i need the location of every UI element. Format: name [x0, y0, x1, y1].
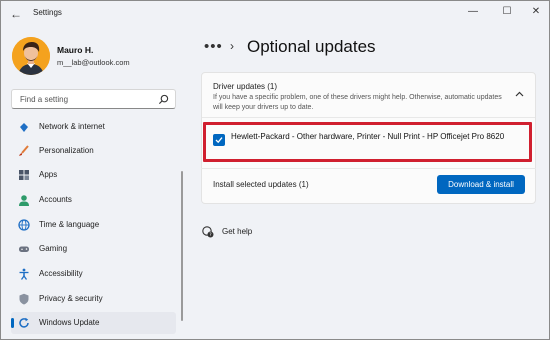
breadcrumb-overflow-button[interactable]: ••• [204, 38, 223, 55]
brush-icon [19, 145, 29, 156]
sidebar-item-label: Apps [39, 170, 58, 179]
sidebar-item-apps[interactable]: Apps [11, 164, 176, 186]
back-button[interactable]: ← [9, 7, 23, 21]
driver-updates-title: Driver updates (1) [213, 82, 278, 91]
window-title: Settings [33, 8, 62, 17]
close-button[interactable]: ✕ [528, 5, 544, 19]
back-arrow-icon: ← [10, 7, 22, 21]
close-icon: ✕ [531, 6, 541, 17]
update-icon [19, 317, 29, 328]
person-icon [19, 195, 29, 206]
breadcrumb-separator: › [230, 39, 234, 53]
shield-icon [19, 293, 29, 305]
sidebar-item-label: Privacy & security [39, 294, 103, 303]
sidebar-item-accessibility[interactable]: Accessibility [11, 263, 176, 285]
user-email: m__lab@outlook.com [57, 58, 130, 67]
sidebar-item-label: Accessibility [39, 269, 83, 278]
driver-updates-description: If you have a specific problem, one of t… [213, 94, 502, 111]
sidebar-item-label: Personalization [39, 146, 94, 155]
sidebar-item-network[interactable]: Network & internet [11, 116, 176, 138]
checkmark-icon [215, 137, 223, 144]
gamepad-icon [19, 246, 29, 252]
driver-item-label: Hewlett-Packard - Other hardware, Printe… [231, 132, 505, 141]
wifi-icon [20, 123, 28, 132]
chevron-up-icon[interactable] [515, 91, 524, 97]
sidebar-item-accounts[interactable]: Accounts [11, 189, 176, 211]
install-selected-label: Install selected updates (1) [213, 180, 309, 189]
title-bar: ← Settings — ☐ ✕ [1, 1, 549, 27]
user-name: Mauro H. [57, 45, 94, 55]
avatar[interactable] [12, 37, 50, 75]
minimize-button[interactable]: — [465, 5, 481, 19]
driver-checkbox[interactable] [213, 134, 225, 146]
sidebar-item-label: Accounts [39, 195, 72, 204]
sidebar-item-gaming[interactable]: Gaming [11, 238, 176, 260]
sidebar-item-personalization[interactable]: Personalization [11, 140, 176, 162]
sidebar-item-label: Gaming [39, 244, 68, 253]
get-help-link[interactable]: Get help [222, 227, 252, 236]
settings-window: ← Settings — ☐ ✕ Mauro H. m__lab@outlook… [0, 0, 550, 340]
avatar-illustration-icon [12, 37, 50, 75]
search-input[interactable]: Find a setting [20, 95, 68, 104]
search-icon[interactable] [158, 94, 169, 105]
sidebar-scrollbar[interactable] [181, 171, 183, 321]
maximize-icon: ☐ [502, 6, 512, 17]
download-install-button[interactable]: Download & install [437, 175, 525, 194]
sidebar-item-windows-update[interactable]: Windows Update [11, 312, 176, 334]
minimize-icon: — [468, 6, 478, 17]
active-indicator [11, 318, 14, 328]
globe-clock-icon [18, 219, 30, 231]
sidebar-item-privacy-security[interactable]: Privacy & security [11, 288, 176, 310]
divider [202, 117, 535, 118]
sidebar-item-time-language[interactable]: Time & language [11, 214, 176, 236]
page-title: Optional updates [247, 37, 376, 56]
maximize-button[interactable]: ☐ [499, 5, 515, 19]
divider [201, 168, 536, 169]
search-box[interactable]: Find a setting [11, 89, 176, 109]
accessibility-icon [19, 268, 29, 280]
sidebar-item-label: Windows Update [39, 318, 100, 327]
help-chat-icon[interactable]: ? [202, 226, 214, 238]
sidebar-item-label: Network & internet [39, 122, 105, 131]
sidebar-item-label: Time & language [39, 220, 100, 229]
apps-icon [19, 170, 29, 180]
